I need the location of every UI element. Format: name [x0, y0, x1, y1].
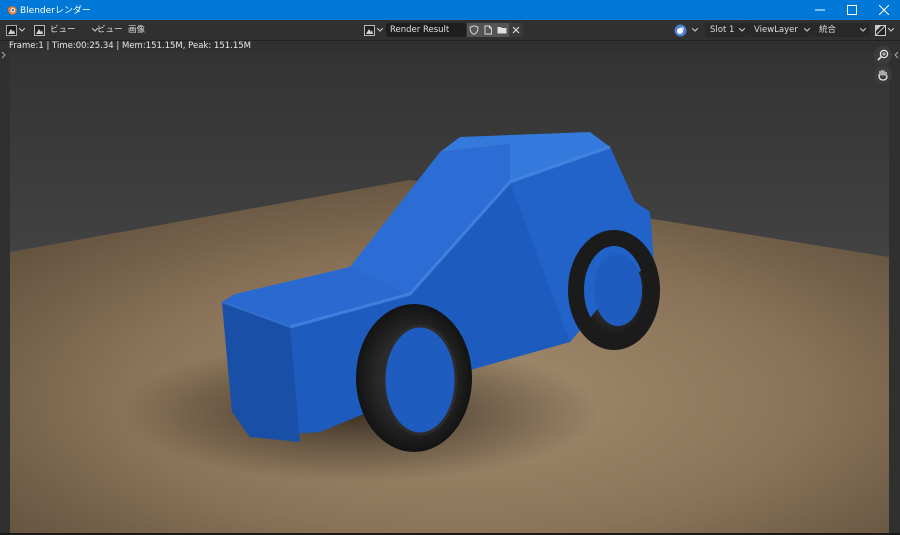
chevron-down-icon [888, 28, 894, 32]
menu-image[interactable]: 画像 [125, 23, 148, 38]
display-mode-button[interactable] [34, 22, 45, 38]
slot-dropdown[interactable]: Slot 1 [705, 23, 749, 37]
chevron-down-icon [377, 28, 383, 32]
unlink-image-button[interactable] [509, 23, 523, 37]
image-name-field[interactable]: Render Result [386, 23, 466, 37]
duplicate-icon [484, 25, 492, 35]
render-pass-dropdown[interactable]: 統合 [814, 23, 870, 37]
fake-user-button[interactable] [467, 23, 481, 37]
minimize-button[interactable] [804, 0, 836, 20]
open-image-button[interactable] [495, 23, 509, 37]
view-layer-dropdown[interactable]: ViewLayer [749, 23, 814, 37]
blender-render-window: Blenderレンダー ビュー ビュー 画像 Render Result Slo… [0, 0, 900, 535]
render-result-image[interactable] [10, 52, 889, 533]
close-icon [879, 5, 889, 15]
zoom-icon [877, 49, 889, 61]
image-browse-button[interactable] [364, 22, 383, 38]
chevron-down-icon [739, 28, 745, 32]
title-bar: Blenderレンダー [0, 0, 900, 20]
overlay-icon [875, 24, 886, 36]
toolbar-toggle-icon[interactable] [0, 50, 8, 60]
chevron-down-icon [19, 28, 25, 32]
render-stats: Frame:1 | Time:00:25.34 | Mem:151.15M, P… [9, 41, 251, 51]
display-channels-button[interactable] [674, 22, 698, 38]
close-icon [512, 26, 520, 34]
render-canvas [10, 52, 889, 533]
image-browse-icon [364, 24, 375, 36]
image-editor-icon [6, 24, 17, 36]
overlay-toggle-button[interactable] [875, 22, 894, 38]
pan-button[interactable] [874, 66, 892, 84]
new-image-button[interactable] [481, 23, 495, 37]
hand-icon [878, 69, 888, 81]
maximize-button[interactable] [836, 0, 868, 20]
sidebar-toggle-icon[interactable] [892, 50, 900, 60]
chevron-down-icon [860, 28, 866, 32]
blender-logo-icon [7, 6, 17, 15]
folder-icon [497, 27, 507, 34]
window-title: Blenderレンダー [20, 6, 91, 16]
chevron-down-icon [692, 28, 698, 32]
shield-icon [469, 25, 479, 35]
image-editor-header: ビュー ビュー 画像 Render Result Slot 1 ViewLaye… [0, 20, 900, 41]
image-display-icon [34, 24, 45, 36]
color-channels-icon [674, 24, 687, 36]
zoom-button[interactable] [874, 46, 892, 64]
chevron-down-icon [804, 28, 810, 32]
editor-type-button[interactable] [6, 22, 28, 38]
menu-view[interactable]: ビュー [94, 23, 126, 38]
close-button[interactable] [868, 0, 900, 20]
maximize-icon [847, 5, 857, 15]
minimize-icon [815, 9, 825, 11]
